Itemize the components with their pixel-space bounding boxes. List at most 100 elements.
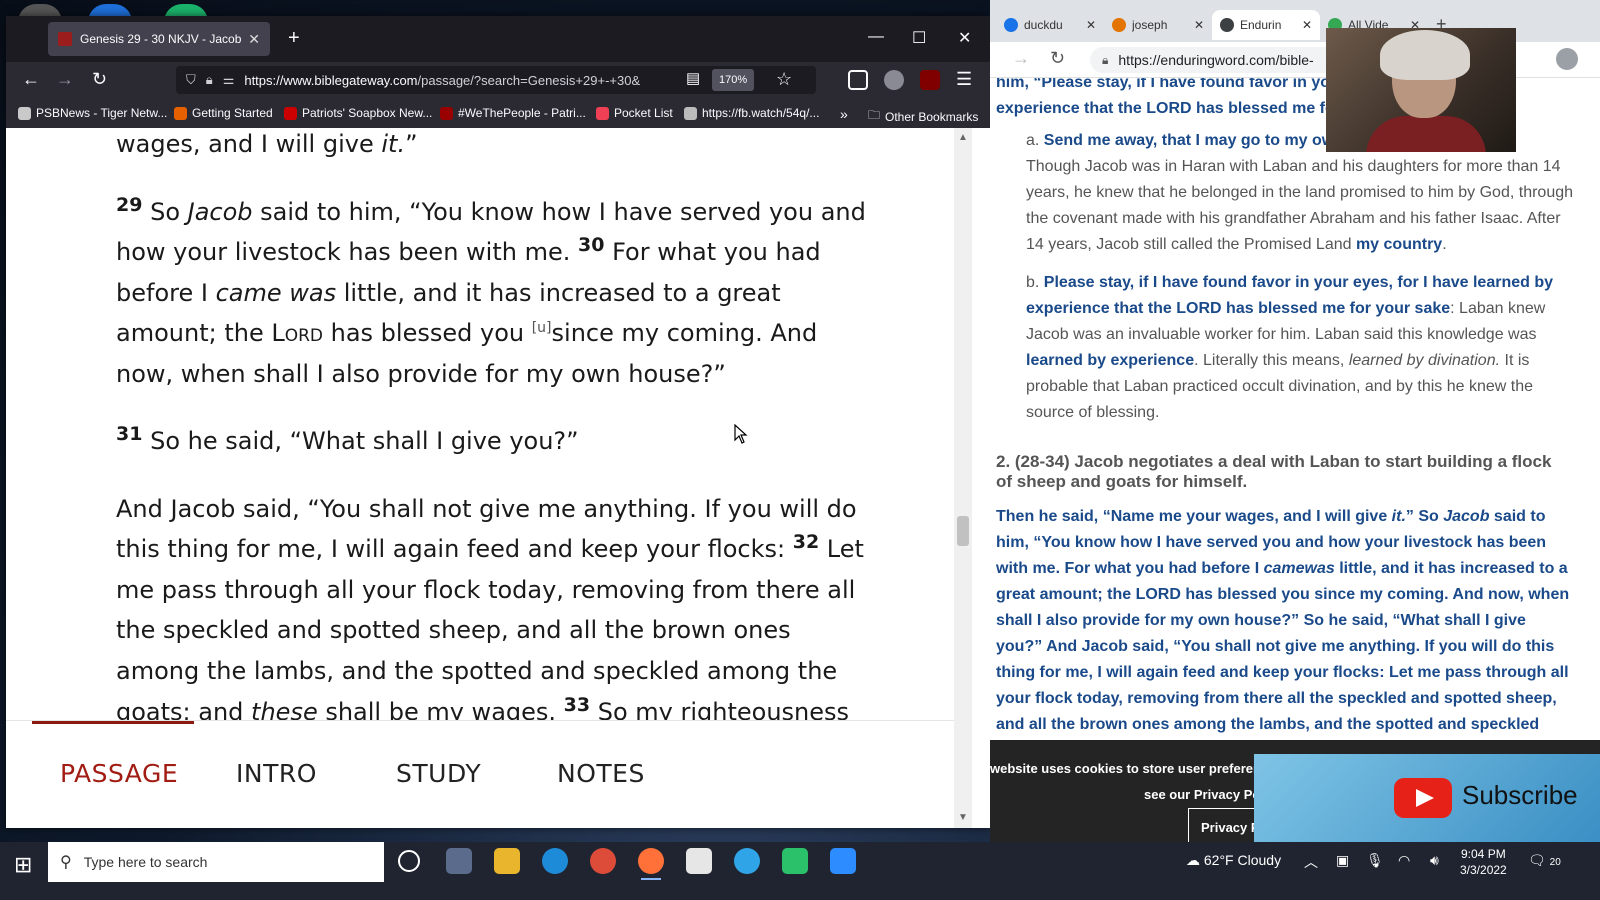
- edge-icon[interactable]: [542, 848, 568, 874]
- webcam-person: [1366, 116, 1486, 152]
- clock[interactable]: 9:04 PM 3/3/2022: [1460, 846, 1507, 878]
- shield-icon[interactable]: ⛉: [186, 72, 196, 88]
- webcam-overlay: [1326, 28, 1516, 152]
- firefox-icon[interactable]: [638, 848, 664, 880]
- tab-favicon-icon: [1004, 18, 1018, 32]
- subscribe-overlay[interactable]: Subscribe: [1254, 754, 1600, 842]
- bookmark-item[interactable]: #WeThePeople - Patri...: [440, 106, 586, 120]
- wifi-icon[interactable]: ◠: [1398, 852, 1410, 869]
- other-bookmarks[interactable]: 🗀 Other Bookmarks: [868, 106, 978, 127]
- new-tab-button[interactable]: +: [288, 28, 300, 48]
- tab-notes[interactable]: NOTES: [557, 759, 645, 788]
- webcam-person: [1380, 30, 1470, 80]
- menu-icon[interactable]: ☰: [956, 69, 972, 90]
- windows-start-icon[interactable]: ⊞: [14, 852, 32, 878]
- zoom-app-icon[interactable]: [830, 848, 856, 874]
- tab-study[interactable]: STUDY: [396, 759, 481, 788]
- lock-icon[interactable]: 🔒︎: [206, 72, 213, 88]
- scrollbar-thumb[interactable]: [957, 516, 969, 546]
- cortana-icon[interactable]: [398, 850, 420, 872]
- verse-number[interactable]: 30: [578, 234, 604, 256]
- forward-button[interactable]: →: [1012, 48, 1030, 69]
- bookmark-star-icon[interactable]: ☆: [776, 69, 792, 90]
- volume-icon[interactable]: 🔊︎: [1430, 852, 1439, 869]
- bookmark-favicon-icon: [18, 106, 31, 120]
- url-host: https://www.biblegateway.com: [244, 72, 418, 88]
- tray-chevron-icon[interactable]: ︿: [1304, 852, 1318, 872]
- footnote-link[interactable]: [u]: [532, 320, 552, 336]
- app-icon[interactable]: [782, 848, 808, 874]
- microphone-icon[interactable]: 🎙︎: [1366, 852, 1384, 869]
- tab-passage[interactable]: PASSAGE: [60, 759, 178, 788]
- close-tab-icon[interactable]: ✕: [1302, 18, 1312, 32]
- scroll-down-icon[interactable]: ▼: [958, 812, 968, 823]
- bookmark-item[interactable]: Patriots' Soapbox New...: [284, 106, 432, 120]
- forward-button[interactable]: →: [56, 69, 74, 90]
- back-button[interactable]: ←: [22, 69, 40, 90]
- bookmark-favicon-icon: [684, 106, 697, 120]
- firefox-tab-bar: Genesis 29 - 30 NKJV - Jacob M ✕ + — ☐ ✕: [6, 16, 990, 62]
- folder-icon: 🗀: [868, 108, 881, 122]
- bookmark-favicon-icon: [284, 106, 297, 120]
- tab-favicon-icon: [1112, 18, 1126, 32]
- mouse-cursor-icon: [734, 424, 748, 444]
- point-b: b. Please stay, if I have found favor in…: [1026, 274, 1554, 421]
- close-tab-icon[interactable]: ✕: [248, 31, 260, 48]
- passage-paragraph: 29 So Jacob said to him, “You know how I…: [116, 193, 866, 388]
- bookmark-label: Pocket List: [614, 106, 673, 120]
- close-window-button[interactable]: ✕: [958, 28, 971, 48]
- extension-icon[interactable]: [884, 70, 904, 90]
- taskbar-search-box[interactable]: ⚲ Type here to search: [48, 842, 384, 882]
- cloud-icon: ☁: [1186, 852, 1204, 868]
- zoom-level[interactable]: 170%: [712, 69, 755, 91]
- clock-time: 9:04 PM: [1461, 847, 1506, 861]
- scripture-quote: Then he said, “Name me your wages, and I…: [996, 508, 1570, 733]
- reload-button[interactable]: ↻: [1050, 48, 1065, 69]
- more-bookmarks-icon[interactable]: »: [840, 106, 848, 122]
- reload-button[interactable]: ↻: [92, 69, 107, 90]
- pocket-icon[interactable]: [848, 70, 868, 90]
- bookmark-item[interactable]: Getting Started: [174, 106, 273, 120]
- profile-avatar[interactable]: [1556, 48, 1578, 70]
- page-scrollbar[interactable]: ▲ ▼: [954, 128, 972, 828]
- internet-explorer-icon[interactable]: [734, 848, 760, 874]
- notifications-icon[interactable]: 🗨︎ 20: [1528, 852, 1561, 869]
- close-tab-icon[interactable]: ✕: [1194, 18, 1204, 32]
- cookie-text: website uses cookies to store user prefe…: [990, 761, 1276, 776]
- verse-number[interactable]: 32: [793, 531, 819, 553]
- bookmark-item[interactable]: PSBNews - Tiger Netw...: [18, 106, 167, 120]
- scroll-up-icon[interactable]: ▲: [958, 132, 968, 143]
- tab-joseph[interactable]: joseph ✕: [1104, 10, 1212, 40]
- tray-app-icon[interactable]: ▣: [1336, 852, 1349, 869]
- taskbar: ⊞ ⚲ Type here to search ☁ 62°F Cloudy ︿ …: [0, 842, 1600, 900]
- close-tab-icon[interactable]: ✕: [1086, 18, 1096, 32]
- ublock-icon[interactable]: [920, 70, 940, 90]
- chrome-icon[interactable]: [590, 848, 616, 874]
- bookmark-item[interactable]: https://fb.watch/54q/...: [684, 106, 819, 120]
- bookmark-favicon-icon: [440, 106, 453, 120]
- file-explorer-icon[interactable]: [494, 848, 520, 874]
- bookmark-item[interactable]: Pocket List: [596, 106, 673, 120]
- url-text: https://enduringword.com/bible-: [1118, 52, 1314, 68]
- other-bookmarks-label: Other Bookmarks: [885, 109, 979, 124]
- permissions-icon[interactable]: ⚌: [223, 72, 235, 88]
- weather-widget[interactable]: ☁ 62°F Cloudy: [1186, 852, 1281, 869]
- verse-number[interactable]: 31: [116, 423, 142, 445]
- passage-text: wages, and I will give it.” 29 So Jacob …: [116, 128, 876, 718]
- search-placeholder: Type here to search: [83, 854, 208, 870]
- active-tab-indicator: [32, 721, 194, 724]
- tab-intro[interactable]: INTRO: [236, 759, 317, 788]
- passage-paragraph: wages, and I will give it.”: [116, 130, 418, 158]
- maximize-button[interactable]: ☐: [912, 28, 926, 48]
- notepad-icon[interactable]: [686, 848, 712, 874]
- reader-view-icon[interactable]: ▤: [686, 69, 700, 87]
- bookmark-label: Getting Started: [192, 106, 273, 120]
- task-view-icon[interactable]: [446, 848, 472, 874]
- tab-enduringword[interactable]: Endurin ✕: [1212, 10, 1320, 40]
- tab-biblegateway[interactable]: Genesis 29 - 30 NKJV - Jacob M ✕: [48, 22, 270, 56]
- verse-number[interactable]: 29: [116, 194, 142, 216]
- tab-title: Genesis 29 - 30 NKJV - Jacob M: [80, 32, 243, 46]
- minimize-button[interactable]: —: [868, 28, 884, 46]
- search-icon: ⚲: [60, 854, 72, 871]
- tab-duckduckgo[interactable]: duckdu ✕: [996, 10, 1104, 40]
